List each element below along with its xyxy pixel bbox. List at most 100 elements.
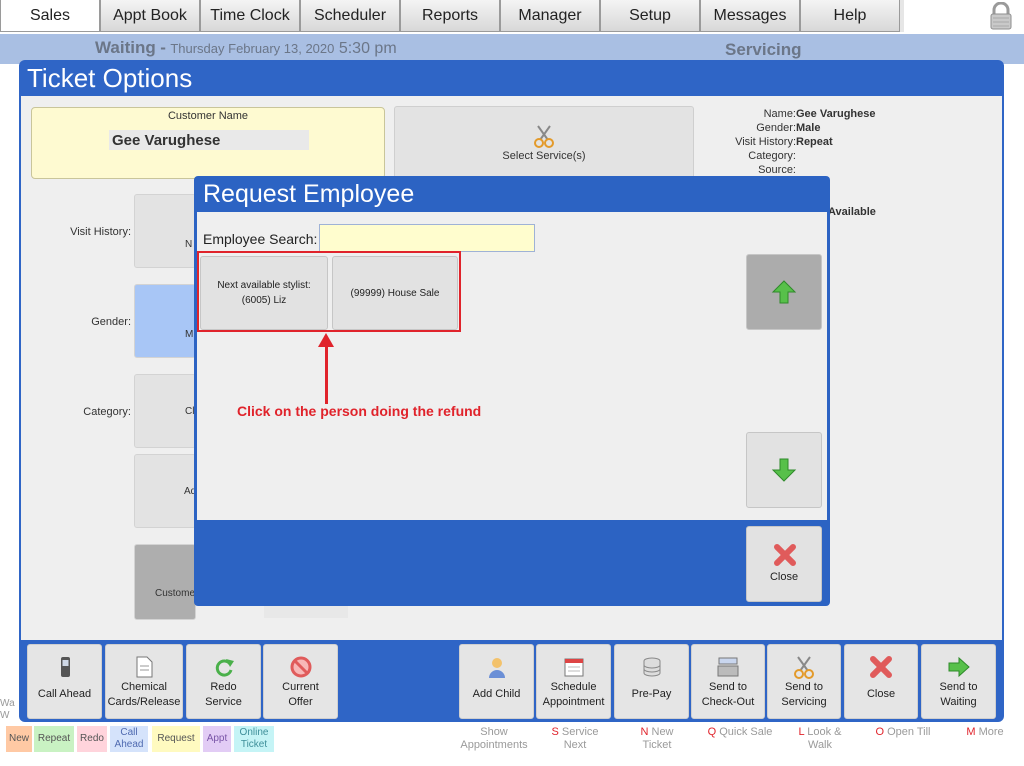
employee-search-label: Employee Search: bbox=[203, 231, 318, 247]
shortcut-look-walk[interactable]: L Look & Walk bbox=[790, 726, 850, 752]
shortcut-open-till-key: O bbox=[875, 726, 885, 738]
scissors-icon bbox=[794, 656, 814, 679]
tab-sales[interactable]: Sales bbox=[0, 0, 100, 32]
tab-manager[interactable]: Manager bbox=[500, 0, 600, 32]
send-to-waiting-button[interactable]: Send to Waiting bbox=[921, 644, 996, 719]
tab-appt-book[interactable]: Appt Book bbox=[100, 0, 200, 32]
scroll-down-button[interactable] bbox=[746, 432, 822, 508]
shortcut-quick-sale-key: Q bbox=[707, 726, 717, 738]
pre-pay-button[interactable]: Pre-Pay bbox=[614, 644, 689, 719]
redo-service-label: Redo Service bbox=[205, 681, 242, 708]
legend-online-ticket: Online Ticket bbox=[234, 726, 274, 752]
dialog-close-label: Close bbox=[769, 571, 799, 583]
shortcut-look-walk-key: L bbox=[798, 726, 805, 738]
info-name-value: Gee Varughese bbox=[796, 108, 876, 120]
add-child-button[interactable]: Add Child bbox=[459, 644, 534, 719]
legend-redo: Redo bbox=[77, 726, 107, 752]
category-label: Category: bbox=[83, 406, 131, 418]
no-offer-icon bbox=[290, 656, 311, 678]
arrow-right-icon bbox=[948, 656, 970, 678]
status-separator: - bbox=[160, 38, 166, 57]
tab-reports[interactable]: Reports bbox=[400, 0, 500, 32]
available-label: Available bbox=[828, 206, 876, 218]
shortcut-new-ticket-label: New Ticket bbox=[642, 726, 674, 751]
customer-button-label: Custome bbox=[155, 588, 196, 599]
employee-search-input[interactable] bbox=[319, 224, 535, 252]
dialog-close-button[interactable]: Close bbox=[746, 526, 822, 602]
info-name: Name:Gee Varughese bbox=[700, 108, 876, 120]
customer-button[interactable] bbox=[134, 544, 196, 620]
schedule-appointment-button[interactable]: Schedule Appointment bbox=[536, 644, 611, 719]
shortcut-new-ticket-key: N bbox=[640, 726, 649, 738]
redo-icon bbox=[215, 659, 234, 677]
select-services-label: Select Service(s) bbox=[502, 150, 586, 162]
annotation-text: Click on the person doing the refund bbox=[237, 403, 482, 419]
info-category-key: Category: bbox=[748, 150, 796, 162]
call-ahead-label: Call Ahead bbox=[37, 688, 92, 700]
scissors-icon bbox=[532, 124, 556, 148]
close-icon bbox=[870, 656, 892, 678]
lock-icon[interactable] bbox=[986, 1, 1016, 30]
shortcut-open-till-label: Open Till bbox=[887, 726, 931, 738]
redo-service-button[interactable]: Redo Service bbox=[186, 644, 261, 719]
schedule-appointment-label: Schedule Appointment bbox=[542, 681, 605, 708]
coins-icon bbox=[643, 657, 660, 677]
customer-name-value: Gee Varughese bbox=[112, 132, 221, 149]
shortcut-show-appointments[interactable]: Show Appointments bbox=[456, 726, 532, 752]
shortcut-more[interactable]: M More bbox=[960, 726, 1010, 739]
tab-messages[interactable]: Messages bbox=[700, 0, 800, 32]
chemical-cards-label: Chemical Cards/Release bbox=[107, 681, 181, 708]
current-offer-label: Current Offer bbox=[282, 681, 319, 708]
tab-time-clock[interactable]: Time Clock bbox=[200, 0, 300, 32]
highlight-box bbox=[197, 251, 461, 332]
info-visit-value: Repeat bbox=[796, 136, 833, 148]
arrow-down-icon bbox=[771, 458, 797, 482]
shortcut-service-next-label: Service Next bbox=[561, 726, 599, 751]
annotation-arrow bbox=[325, 344, 328, 404]
scroll-up-button[interactable] bbox=[746, 254, 822, 330]
close-icon bbox=[774, 544, 796, 566]
chemical-cards-button[interactable]: Chemical Cards/Release bbox=[105, 644, 183, 719]
tab-scheduler[interactable]: Scheduler bbox=[300, 0, 400, 32]
arrow-up-icon bbox=[771, 280, 797, 304]
ticket-options-title: Ticket Options bbox=[27, 63, 193, 93]
add-child-label: Add Child bbox=[472, 688, 521, 700]
legend-request: Request bbox=[152, 726, 200, 752]
info-source-key: Source: bbox=[758, 164, 796, 176]
gender-label: Gender: bbox=[91, 316, 131, 328]
call-ahead-button[interactable]: Call Ahead bbox=[27, 644, 102, 719]
legend-repeat: Repeat bbox=[34, 726, 74, 752]
shortcut-new-ticket[interactable]: N New Ticket bbox=[626, 726, 688, 752]
waiting-status: Waiting - Thursday February 13, 2020 5:3… bbox=[95, 38, 397, 58]
close-button[interactable]: Close bbox=[844, 644, 918, 719]
info-gender-value: Male bbox=[796, 122, 821, 134]
side-edge-text: Wa W bbox=[0, 698, 15, 721]
shortcut-service-next[interactable]: S Service Next bbox=[540, 726, 610, 752]
gender-button[interactable] bbox=[134, 284, 196, 358]
servicing-label: Servicing bbox=[725, 40, 802, 59]
waiting-label: Waiting bbox=[95, 38, 156, 57]
send-to-checkout-button[interactable]: Send to Check-Out bbox=[691, 644, 765, 719]
shortcut-open-till[interactable]: O Open Till bbox=[868, 726, 938, 739]
send-to-checkout-label: Send to Check-Out bbox=[701, 681, 755, 708]
current-offer-button[interactable]: Current Offer bbox=[263, 644, 338, 719]
shortcut-look-walk-label: Look & Walk bbox=[807, 726, 842, 751]
send-to-servicing-label: Send to Servicing bbox=[781, 681, 827, 708]
pre-pay-label: Pre-Pay bbox=[631, 688, 672, 700]
status-time: 5:30 pm bbox=[338, 40, 397, 57]
visit-history-label: Visit History: bbox=[70, 226, 131, 238]
request-employee-title: Request Employee bbox=[203, 180, 415, 208]
visit-history-button[interactable] bbox=[134, 194, 196, 268]
document-icon bbox=[136, 656, 153, 678]
tab-setup[interactable]: Setup bbox=[600, 0, 700, 32]
customer-name-label: Customer Name bbox=[167, 110, 249, 122]
shortcut-quick-sale-label: Quick Sale bbox=[719, 726, 773, 738]
visit-history-button-label: N bbox=[185, 239, 193, 250]
info-source: Source: bbox=[700, 164, 796, 176]
tab-help[interactable]: Help bbox=[800, 0, 900, 32]
send-to-servicing-button[interactable]: Send to Servicing bbox=[767, 644, 841, 719]
shortcut-service-next-key: S bbox=[551, 726, 559, 738]
info-category: Category: bbox=[700, 150, 796, 162]
info-name-key: Name: bbox=[763, 108, 796, 120]
shortcut-quick-sale[interactable]: Q Quick Sale bbox=[702, 726, 778, 739]
